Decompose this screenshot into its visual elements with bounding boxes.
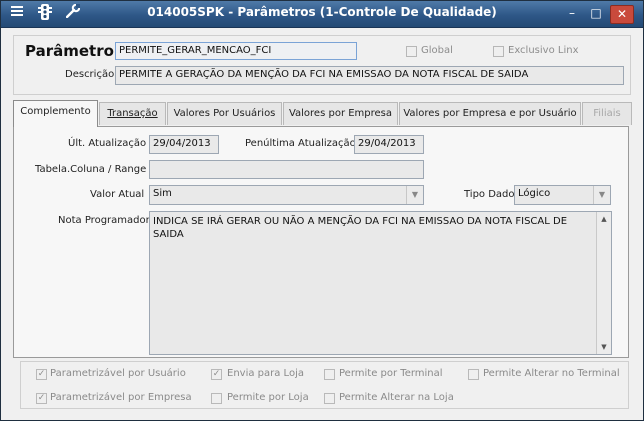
parametrizavel-empresa-checkbox[interactable]: ✓	[36, 393, 47, 404]
permite-loja-checkbox[interactable]	[211, 393, 222, 404]
minimize-button[interactable]: –	[561, 5, 583, 22]
nota-programador-text: INDICA SE IRÁ GERAR OU NÃO A MENÇÃO DA F…	[153, 216, 568, 240]
valor-atual-value: Sim	[153, 188, 172, 199]
tipo-dado-label: Tipo Dado	[464, 189, 515, 200]
valor-atual-label: Valor Atual	[90, 189, 145, 200]
parameter-header-panel: Parâmetro PERMITE_GERAR_MENCAO_FCI Globa…	[13, 35, 631, 95]
descricao-field[interactable]: PERMITE A GERAÇÃO DA MENÇÃO DA FCI NA EM…	[115, 66, 624, 85]
tab-valores-por-empresa-e-usuario[interactable]: Valores por Empresa e por Usuário	[399, 102, 581, 125]
descricao-label: Descrição	[65, 69, 115, 80]
title-bar: 014005SPK - Parâmetros (1-Controle De Qu…	[1, 1, 643, 28]
envia-loja-checkbox[interactable]: ✓	[211, 369, 222, 380]
permite-alterar-terminal-label: Permite Alterar no Terminal	[483, 368, 620, 379]
valor-atual-select[interactable]: Sim ▼	[149, 185, 424, 205]
close-button[interactable]: ✕	[610, 5, 634, 24]
parametrizavel-empresa-label: Parametrizável por Empresa	[50, 392, 192, 403]
nota-programador-label: Nota Programador	[58, 215, 150, 226]
permite-alterar-terminal-checkbox[interactable]	[468, 369, 479, 380]
options-panel: ✓ Parametrizável por Usuário ✓ Envia par…	[20, 361, 629, 409]
tab-valores-por-empresa[interactable]: Valores por Empresa	[283, 102, 398, 125]
chevron-down-icon[interactable]: ▼	[593, 186, 610, 204]
tab-strip: Complemento Transação Valores Por Usuári…	[13, 100, 633, 127]
permite-alterar-loja-label: Permite Alterar na Loja	[339, 392, 454, 403]
tipo-dado-value: Lógico	[518, 188, 551, 199]
window-title: 014005SPK - Parâmetros (1-Controle De Qu…	[147, 5, 497, 19]
scroll-down-icon[interactable]: ▼	[597, 341, 611, 353]
global-label: Global	[421, 45, 453, 56]
ult-atualizacao-label: Últ. Atualização	[68, 138, 147, 149]
tab-valores-por-usuarios[interactable]: Valores Por Usuários	[167, 102, 282, 125]
parametros-window: 014005SPK - Parâmetros (1-Controle De Qu…	[0, 0, 644, 421]
maximize-button[interactable]: □	[585, 5, 607, 22]
tab-complemento[interactable]: Complemento	[13, 100, 98, 127]
penultima-atualizacao-label: Penúltima Atualização	[245, 138, 356, 149]
envia-loja-label: Envia para Loja	[227, 368, 304, 379]
complemento-panel: Últ. Atualização 29/04/2013 Penúltima At…	[13, 126, 629, 358]
parametro-label: Parâmetro	[25, 42, 114, 60]
chevron-down-icon[interactable]: ▼	[406, 186, 423, 204]
permite-terminal-label: Permite por Terminal	[339, 368, 443, 379]
ult-atualizacao-field[interactable]: 29/04/2013	[149, 135, 219, 154]
tipo-dado-select[interactable]: Lógico ▼	[514, 185, 611, 205]
penultima-atualizacao-field[interactable]: 29/04/2013	[354, 135, 424, 154]
exclusivo-linx-label: Exclusivo Linx	[508, 45, 579, 56]
scroll-up-icon[interactable]: ▲	[597, 213, 611, 225]
tabela-coluna-label: Tabela.Coluna / Range	[35, 164, 147, 175]
parametrizavel-usuario-checkbox[interactable]: ✓	[36, 369, 47, 380]
permite-alterar-loja-checkbox[interactable]	[324, 393, 335, 404]
memo-scrollbar[interactable]: ▲ ▼	[596, 212, 611, 354]
permite-loja-label: Permite por Loja	[227, 392, 309, 403]
parametrizavel-usuario-label: Parametrizável por Usuário	[50, 368, 186, 379]
global-checkbox[interactable]	[406, 46, 417, 57]
tab-transacao[interactable]: Transação	[99, 102, 166, 125]
tabela-coluna-field[interactable]	[149, 160, 424, 179]
exclusivo-linx-checkbox[interactable]	[493, 46, 504, 57]
permite-terminal-checkbox[interactable]	[324, 369, 335, 380]
tab-filiais[interactable]: Filiais	[582, 102, 632, 125]
nota-programador-memo[interactable]: INDICA SE IRÁ GERAR OU NÃO A MENÇÃO DA F…	[149, 211, 612, 355]
parametro-field[interactable]: PERMITE_GERAR_MENCAO_FCI	[115, 42, 357, 60]
